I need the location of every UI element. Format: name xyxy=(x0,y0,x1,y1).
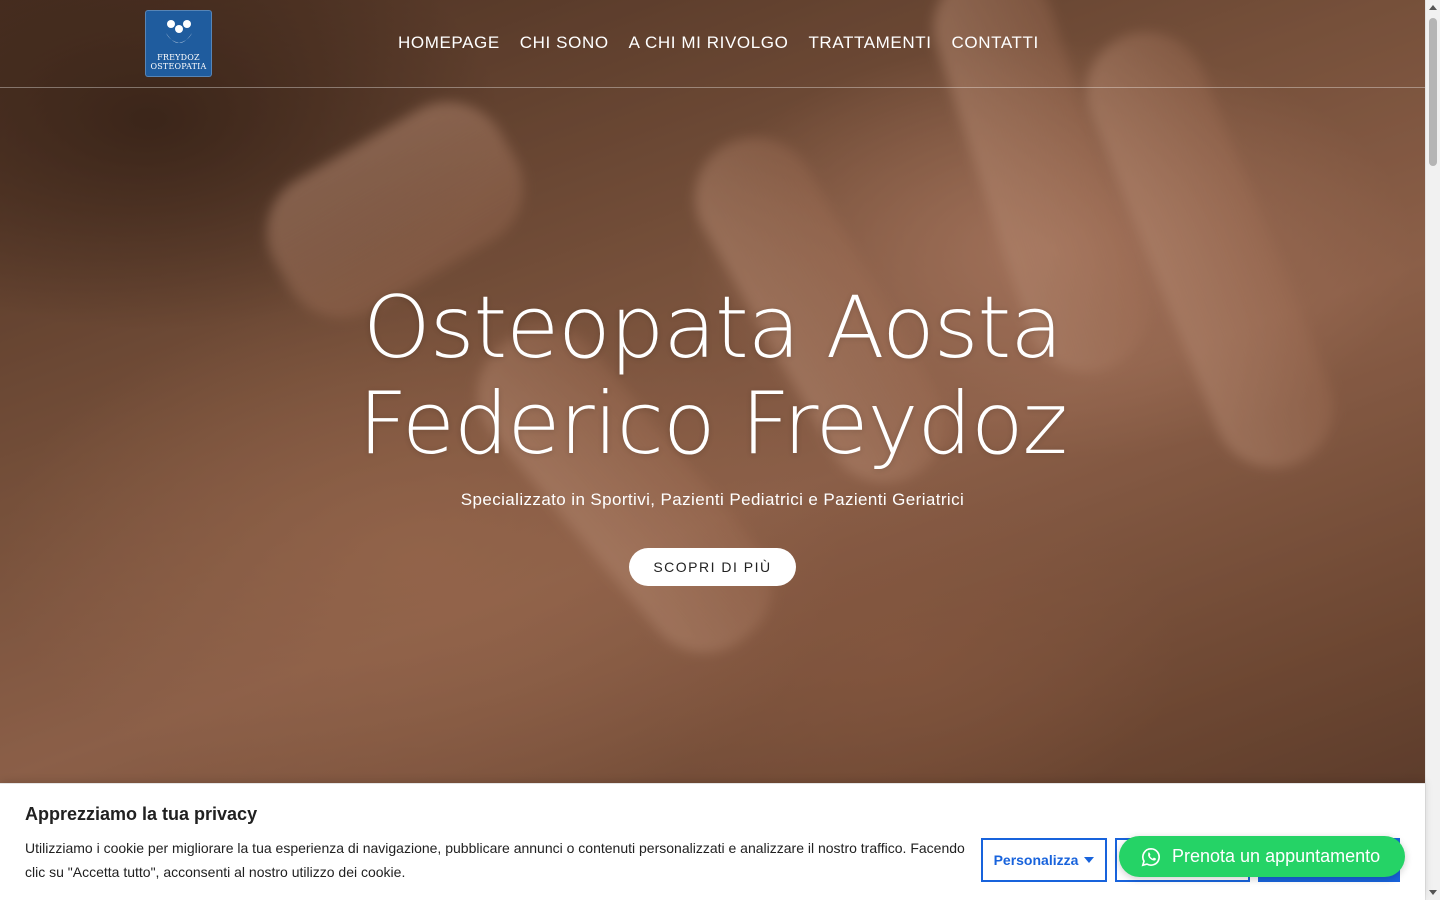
nav-item-contatti[interactable]: CONTATTI xyxy=(942,30,1049,56)
caret-down-icon xyxy=(1084,857,1095,863)
page-scrollbar[interactable] xyxy=(1425,0,1440,900)
scroll-thumb[interactable] xyxy=(1429,18,1437,166)
site-header: FREYDOZ OSTEOPATIA HOMEPAGE CHI SONO A C… xyxy=(0,0,1425,88)
hero-title-line1: Osteopata Aosta xyxy=(363,278,1063,378)
nav-item-a-chi-mi-rivolgo[interactable]: A CHI MI RIVOLGO xyxy=(619,30,799,56)
hero-subtitle: Specializzato in Sportivi, Pazienti Pedi… xyxy=(460,490,965,509)
nav-item-homepage[interactable]: HOMEPAGE xyxy=(388,30,510,56)
cookie-title: Apprezziamo la tua privacy xyxy=(25,804,258,824)
hero-title-line2: Federico Freydoz xyxy=(358,374,1068,474)
logo-figure-icon xyxy=(165,20,192,43)
whatsapp-icon xyxy=(1141,847,1160,866)
main-nav: HOMEPAGE CHI SONO A CHI MI RIVOLGO TRATT… xyxy=(388,30,1049,56)
whatsapp-booking-button[interactable]: Prenota un appuntamento xyxy=(1119,836,1405,877)
scroll-up-arrow-icon[interactable] xyxy=(1429,5,1437,10)
nav-item-trattamenti[interactable]: TRATTAMENTI xyxy=(798,30,941,56)
logo-text: FREYDOZ OSTEOPATIA xyxy=(150,53,207,71)
customize-button[interactable]: Personalizza xyxy=(981,838,1107,882)
site-logo[interactable]: FREYDOZ OSTEOPATIA xyxy=(145,10,212,77)
nav-item-chi-sono[interactable]: CHI SONO xyxy=(510,30,619,56)
cookie-text: Utilizziamo i cookie per migliorare la t… xyxy=(25,840,965,880)
scroll-down-arrow-icon[interactable] xyxy=(1429,890,1437,895)
hero-title: Osteopata Aosta Federico Freydoz xyxy=(0,280,1425,472)
discover-more-button[interactable]: SCOPRI DI PIÙ xyxy=(629,548,796,586)
whatsapp-label: Prenota un appuntamento xyxy=(1172,846,1381,866)
customize-label: Personalizza xyxy=(993,852,1079,868)
